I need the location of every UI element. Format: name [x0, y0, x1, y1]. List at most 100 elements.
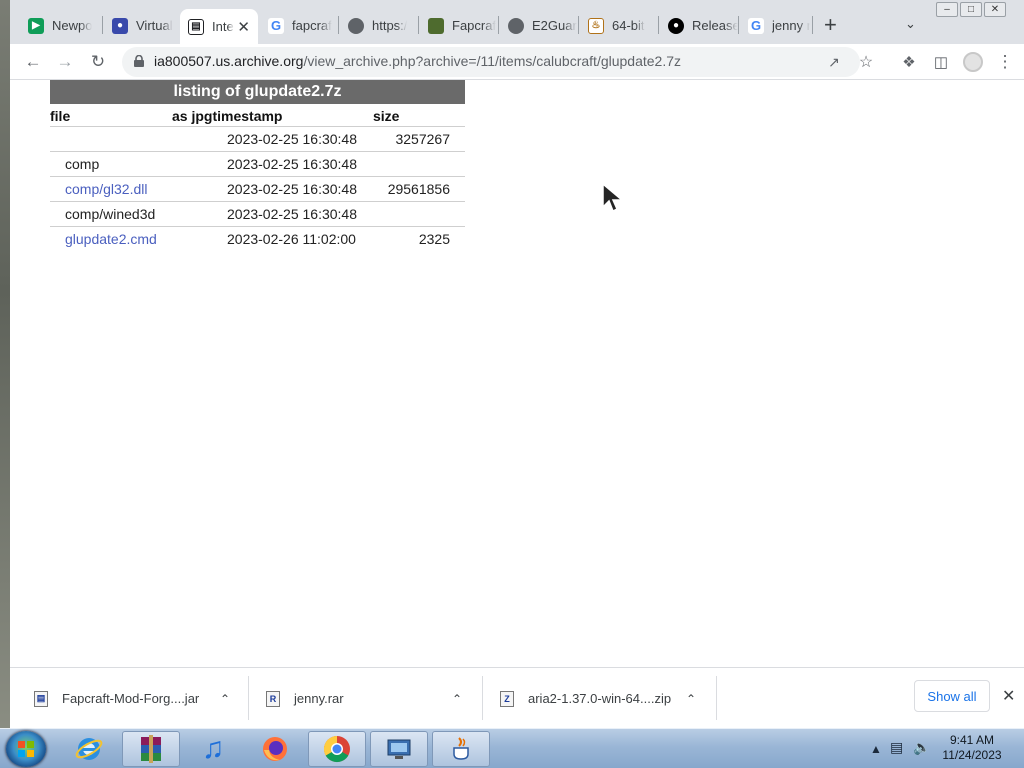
bookmark-star-icon[interactable]: ☆: [854, 50, 878, 74]
tab-separator: [738, 16, 739, 34]
close-window-button[interactable]: ✕: [984, 2, 1006, 17]
file-link[interactable]: glupdate2.cmd: [65, 231, 157, 247]
taskbar-remote-desktop[interactable]: [370, 731, 428, 767]
file-size: 29561856: [387, 181, 450, 197]
clock-time: 9:41 AM: [949, 733, 995, 747]
download-item[interactable]: R jenny.rar ⌃: [266, 668, 476, 729]
itunes-music-note-icon: ♫: [201, 732, 225, 765]
table-row: glupdate2.cmd 2023-02-26 11:02:00 2325: [50, 226, 465, 251]
download-item[interactable]: Z aria2-1.37.0-win-64....zip ⌃: [500, 668, 710, 729]
table-row: comp/wined3d 2023-02-25 16:30:48: [50, 201, 465, 226]
tab-https[interactable]: https:/: [340, 9, 418, 42]
tab-virtual[interactable]: ● Virtual: [104, 9, 180, 42]
tab-separator: [338, 16, 339, 34]
taskbar-java[interactable]: [432, 731, 490, 767]
file-timestamp: 2023-02-25 16:30:48: [227, 156, 357, 172]
tab-separator: [812, 16, 813, 34]
file-timestamp: 2023-02-26 11:02:00: [227, 231, 356, 247]
show-all-button[interactable]: Show all: [914, 680, 990, 712]
back-arrow-icon[interactable]: ←: [21, 50, 45, 74]
tab-separator: [578, 16, 579, 34]
globe-favicon: [348, 17, 364, 34]
chevron-up-icon[interactable]: ⌃: [686, 692, 696, 706]
download-filename: jenny.rar: [294, 691, 344, 706]
menu-kebab-icon[interactable]: ⋮: [993, 50, 1017, 74]
newpo-favicon: ▶: [28, 17, 44, 34]
side-panel-icon[interactable]: ◫: [929, 50, 953, 74]
browser-toolbar: ← → ↻ ia800507.us.archive.org/view_archi…: [10, 44, 1024, 80]
tab-title: https:/: [372, 18, 408, 33]
tab-e2guardian[interactable]: E2Guar: [500, 9, 578, 42]
tab-64bit[interactable]: ♨ 64-bit: [580, 9, 658, 42]
tab-title: jenny n: [772, 18, 810, 33]
close-tab-icon[interactable]: ✕: [237, 18, 250, 36]
tab-newpo[interactable]: ▶ Newpo: [20, 9, 102, 42]
minecraft-favicon: [428, 17, 444, 34]
browser-window: ▶ Newpo ● Virtual ▤ Inte ✕ G fapcraf htt…: [10, 0, 1024, 728]
chevron-up-icon[interactable]: ⌃: [452, 692, 462, 706]
minimize-button[interactable]: –: [936, 2, 958, 17]
taskbar-chrome[interactable]: [308, 731, 366, 767]
download-filename: aria2-1.37.0-win-64....zip: [528, 691, 672, 706]
header-file: file: [50, 108, 71, 124]
network-icon[interactable]: ▤: [890, 739, 903, 756]
url-path: /view_archive.php?archive=/11/items/calu…: [303, 53, 682, 69]
file-timestamp: 2023-02-25 16:30:48: [227, 181, 357, 197]
file-size: 3257267: [395, 131, 450, 147]
taskbar-winrar[interactable]: [122, 731, 180, 767]
jar-file-icon: ▤: [34, 690, 48, 707]
tab-search-chevron-icon[interactable]: ⌄: [905, 16, 916, 32]
extensions-puzzle-icon[interactable]: ❖: [897, 50, 921, 74]
chevron-up-icon[interactable]: ⌃: [220, 692, 230, 706]
start-button[interactable]: [6, 731, 46, 767]
system-clock[interactable]: 9:41 AM 11/24/2023: [936, 733, 1008, 763]
windows-logo-icon: [18, 741, 34, 757]
table-row: comp/gl32.dll 2023-02-25 16:30:48 295618…: [50, 176, 465, 201]
volume-muted-icon[interactable]: 🔈: [913, 739, 930, 756]
tab-separator: [418, 16, 419, 34]
taskbar-firefox[interactable]: [246, 731, 304, 767]
winrar-icon: [141, 735, 161, 763]
tab-title: E2Guar: [532, 18, 577, 33]
file-link[interactable]: comp/gl32.dll: [65, 181, 148, 197]
file-name: comp/wined3d: [65, 206, 156, 222]
url-text: ia800507.us.archive.org/view_archive.php…: [154, 53, 681, 69]
lock-icon: [134, 55, 144, 67]
new-tab-button[interactable]: +: [824, 14, 837, 36]
download-separator: [716, 676, 717, 720]
tab-title: Virtual: [136, 18, 173, 33]
table-row: 2023-02-25 16:30:48 3257267: [50, 126, 465, 151]
tab-jenny-search[interactable]: G jenny n: [740, 9, 810, 42]
github-favicon: ●: [668, 17, 684, 34]
header-size: size: [373, 108, 400, 124]
rar-file-icon: R: [266, 690, 280, 707]
download-separator: [248, 676, 249, 720]
archive-listing-table: listing of glupdate2.7z file as jpgtimes…: [50, 80, 465, 251]
address-bar[interactable]: ia800507.us.archive.org/view_archive.php…: [122, 47, 873, 77]
chrome-icon: [323, 735, 350, 763]
taskbar-itunes[interactable]: ♫: [184, 731, 242, 767]
tab-fapcraft[interactable]: Fapcraf: [420, 9, 498, 42]
close-shelf-icon[interactable]: ✕: [1002, 686, 1015, 706]
java-favicon: ♨: [588, 17, 604, 34]
internet-explorer-icon: [75, 738, 103, 760]
profile-avatar-icon[interactable]: [961, 50, 985, 74]
tab-title: Release: [692, 18, 738, 33]
taskbar-internet-explorer[interactable]: [60, 731, 118, 767]
firefox-icon: [263, 737, 287, 761]
clock-date: 11/24/2023: [942, 748, 1002, 762]
tab-fapcraft-search[interactable]: G fapcraf: [260, 9, 338, 42]
download-shelf: ▤ Fapcraft-Mod-Forg....jar ⌃ R jenny.rar…: [10, 667, 1024, 728]
share-icon[interactable]: ↗: [822, 50, 846, 74]
reload-icon[interactable]: ↻: [86, 50, 110, 74]
google-favicon: G: [268, 17, 284, 34]
maximize-button[interactable]: □: [960, 2, 982, 17]
download-item[interactable]: ▤ Fapcraft-Mod-Forg....jar ⌃: [34, 668, 242, 729]
file-name: comp: [65, 156, 100, 172]
tab-releases[interactable]: ● Release: [660, 9, 738, 42]
globe-favicon: [508, 17, 524, 34]
windows-taskbar: ♫ ▲ ▤ 🔈 9:41 AM 11/24/2023: [0, 728, 1024, 768]
show-hidden-icons-icon[interactable]: ▲: [870, 742, 882, 756]
forward-arrow-icon[interactable]: →: [53, 50, 77, 74]
tab-internet-archive[interactable]: ▤ Inte ✕: [180, 9, 258, 44]
